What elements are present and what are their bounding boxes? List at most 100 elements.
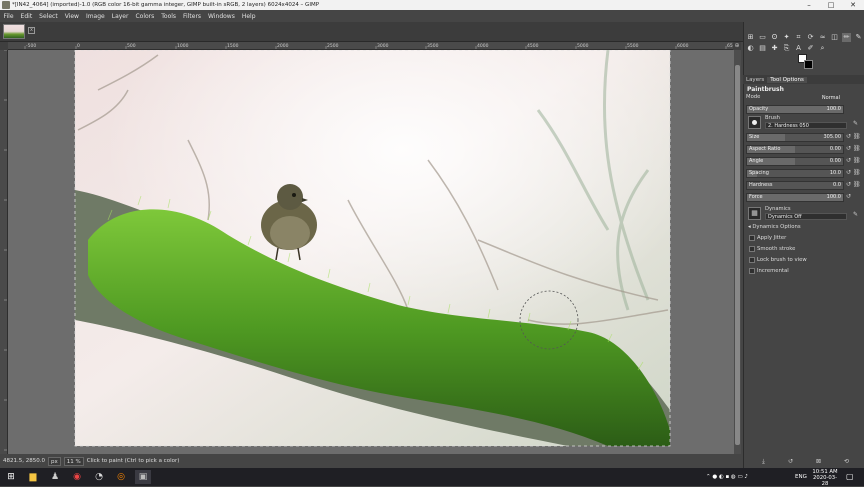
menu-tools[interactable]: Tools (158, 13, 180, 20)
apply-jitter-checkbox[interactable] (749, 235, 755, 241)
dynamics-name-field[interactable]: Dynamics Off (765, 213, 847, 220)
chrome-icon[interactable]: ◉ (69, 470, 85, 484)
clock[interactable]: 10:51 AM 2020-03-28 (812, 469, 838, 487)
reset-hardness-icon[interactable]: ↺ (845, 181, 852, 189)
opacity-slider[interactable]: Opacity 100.0 (746, 105, 844, 114)
reset-aspect-icon[interactable]: ↺ (845, 145, 852, 153)
spacing-slider[interactable]: Spacing 10.0 (746, 169, 844, 178)
image-canvas[interactable] (8, 50, 741, 454)
clone-tool-icon[interactable]: ⎘ (782, 44, 791, 53)
ruler-ticks-vertical (4, 50, 7, 451)
reset-size-icon[interactable]: ↺ (845, 133, 852, 141)
notification-icon[interactable]: ▢ (846, 468, 854, 486)
text-tool-icon[interactable]: A (794, 44, 803, 53)
people-icon[interactable]: ♟ (47, 470, 63, 484)
ruler-label: -500 (26, 43, 36, 49)
brush-name-field[interactable]: 2. Hardness 050 (765, 122, 847, 129)
menu-windows[interactable]: Windows (205, 13, 239, 20)
warp-tool-icon[interactable]: ≈ (818, 33, 827, 42)
windows-start-icon[interactable]: ⊞ (3, 470, 19, 484)
mode-select[interactable]: Normal (812, 94, 840, 102)
quick-mask-corner[interactable] (0, 42, 8, 50)
rect-select-tool-icon[interactable]: ▭ (758, 33, 767, 42)
image-thumbnail[interactable] (3, 24, 25, 39)
file-explorer-icon[interactable]: ▆ (25, 470, 41, 484)
close-button[interactable]: ✕ (842, 0, 864, 10)
link-hardness-icon[interactable]: ⛓ (853, 181, 861, 189)
dynamics-preview-icon[interactable]: ▦ (748, 207, 761, 220)
tab-layers[interactable]: Layers (743, 77, 767, 83)
zoom-selector[interactable]: 11 % (63, 456, 84, 466)
ruler-label: 0 (77, 43, 80, 49)
navigate-icon[interactable]: ⊕ (733, 42, 741, 50)
reset-force-icon[interactable]: ↺ (845, 193, 852, 201)
menu-help[interactable]: Help (238, 13, 259, 20)
fuzzy-select-tool-icon[interactable]: ✦ (782, 33, 791, 42)
link-size-icon[interactable]: ⛓ (853, 133, 861, 141)
lock-brush-checkbox[interactable] (749, 257, 755, 263)
horizontal-ruler[interactable]: -500 0 500 1000 1500 2000 2500 3000 3500… (8, 42, 741, 50)
delete-options-icon[interactable]: ⊠ (815, 458, 822, 466)
zoom-tool-icon[interactable]: ⌕ (818, 44, 827, 53)
ruler-label: 2000 (277, 43, 289, 49)
save-options-icon[interactable]: ⤓ (760, 458, 767, 466)
link-spacing-icon[interactable]: ⛓ (853, 169, 861, 177)
restore-options-icon[interactable]: ↺ (787, 458, 794, 466)
ruler-ticks: -500 0 500 1000 1500 2000 2500 3000 3500… (24, 43, 739, 49)
bucket-fill-tool-icon[interactable]: ◐ (746, 44, 755, 53)
link-angle-icon[interactable]: ⛓ (853, 157, 861, 165)
smooth-stroke-checkbox[interactable] (749, 246, 755, 252)
gimp-taskbar-icon[interactable]: ▣ (135, 470, 151, 484)
menu-file[interactable]: File (0, 13, 17, 20)
language-indicator[interactable]: ENG (795, 468, 807, 486)
window-title: *[IN42_4064] (imported)-1.0 (RGB color 1… (12, 2, 320, 8)
gradient-tool-icon[interactable]: ▤ (758, 44, 767, 53)
background-color-swatch[interactable] (804, 60, 813, 69)
clock-app-icon[interactable]: ◔ (91, 470, 107, 484)
paintbrush-tool-icon[interactable]: ✏ (842, 33, 851, 42)
link-aspect-icon[interactable]: ⛓ (853, 145, 861, 153)
edit-dynamics-icon[interactable]: ✎ (852, 211, 859, 219)
size-slider[interactable]: Size 305.00 (746, 133, 844, 142)
tab-tool-options[interactable]: Tool Options (767, 76, 807, 83)
tray-icons[interactable]: ⌃ ● ◐ ▪ ◍ ▭ ♪ (706, 468, 748, 486)
close-image-icon[interactable]: x (28, 27, 35, 34)
force-slider[interactable]: Force 100.0 (746, 193, 844, 202)
menu-image[interactable]: Image (82, 13, 108, 20)
menu-filters[interactable]: Filters (180, 13, 205, 20)
text-path-tool-icon[interactable]: ✎ (854, 33, 863, 42)
hardness-label: Hardness (749, 182, 773, 188)
angle-label: Angle (749, 158, 764, 164)
unified-transform-tool-icon[interactable]: ⟳ (806, 33, 815, 42)
dynamics-options-expander[interactable]: ◂ Dynamics Options (748, 224, 801, 230)
menu-edit[interactable]: Edit (17, 13, 36, 20)
aspect-ratio-slider[interactable]: Aspect Ratio 0.00 (746, 145, 844, 154)
reset-angle-icon[interactable]: ↺ (845, 157, 852, 165)
menu-select[interactable]: Select (36, 13, 62, 20)
browser-icon[interactable]: ◎ (113, 470, 129, 484)
unit-selector[interactable]: px (48, 456, 61, 466)
ruler-label: 4500 (527, 43, 539, 49)
edit-brush-icon[interactable]: ✎ (852, 120, 859, 128)
menu-colors[interactable]: Colors (132, 13, 158, 20)
menu-view[interactable]: View (61, 13, 82, 20)
move-tool-icon[interactable]: ⊞ (746, 33, 755, 42)
heal-tool-icon[interactable]: ✚ (770, 44, 779, 53)
maximize-button[interactable]: □ (820, 0, 842, 10)
lasso-tool-icon[interactable]: ʘ (770, 33, 779, 42)
color-picker-tool-icon[interactable]: ✐ (806, 44, 815, 53)
vertical-ruler[interactable] (0, 50, 8, 454)
minimize-button[interactable]: – (798, 0, 820, 10)
incremental-checkbox[interactable] (749, 268, 755, 274)
hardness-slider[interactable]: Hardness 0.0 (746, 181, 844, 190)
crop-tool-icon[interactable]: ⌗ (794, 33, 803, 42)
reset-spacing-icon[interactable]: ↺ (845, 169, 852, 177)
reset-options-icon[interactable]: ⟲ (843, 458, 850, 466)
photo-bird-on-mossy-branch[interactable] (8, 50, 741, 454)
menu-layer[interactable]: Layer (108, 13, 132, 20)
flip-tool-icon[interactable]: ◫ (830, 33, 839, 42)
brush-preview[interactable] (748, 116, 761, 129)
scrollbar-thumb[interactable] (735, 65, 740, 445)
vertical-scrollbar[interactable] (734, 50, 741, 454)
angle-slider[interactable]: Angle 0.00 (746, 157, 844, 166)
